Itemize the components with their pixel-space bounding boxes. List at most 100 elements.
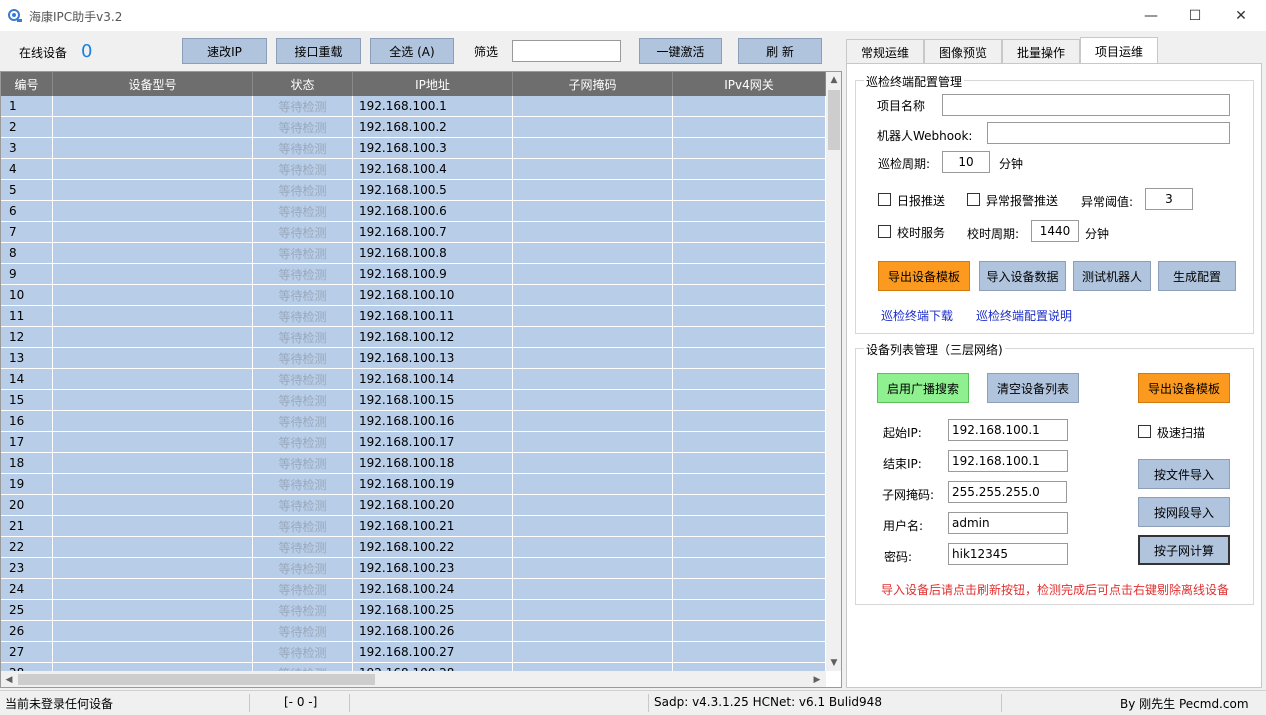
cell-gateway (673, 432, 826, 453)
table-row[interactable]: 6 等待检测 192.168.100.6 (1, 201, 826, 222)
table-row[interactable]: 10 等待检测 192.168.100.10 (1, 285, 826, 306)
table-row[interactable]: 4 等待检测 192.168.100.4 (1, 159, 826, 180)
table-row[interactable]: 18 等待检测 192.168.100.18 (1, 453, 826, 474)
column-header-mask[interactable]: 子网掩码 (513, 72, 673, 96)
device-table[interactable]: 编号 设备型号 状态 IP地址 子网掩码 IPv4网关 1 等待检测 192.168… (0, 71, 842, 688)
table-row[interactable]: 21 等待检测 192.168.100.21 (1, 516, 826, 537)
cell-model (53, 516, 253, 537)
close-button[interactable]: ✕ (1218, 0, 1264, 31)
start-ip-input[interactable]: 192.168.100.1 (948, 419, 1068, 441)
table-row[interactable]: 15 等待检测 192.168.100.15 (1, 390, 826, 411)
daily-push-checkbox[interactable] (878, 193, 891, 206)
table-row[interactable]: 5 等待检测 192.168.100.5 (1, 180, 826, 201)
scroll-left-icon[interactable]: ◀ (1, 671, 17, 687)
column-header-ip[interactable]: IP地址 (353, 72, 513, 96)
time-service-checkbox[interactable] (878, 225, 891, 238)
tab-image-preview[interactable]: 图像预览 (924, 39, 1003, 65)
clear-device-list-button[interactable]: 清空设备列表 (987, 373, 1079, 403)
cell-ip: 192.168.100.27 (353, 642, 513, 663)
table-row[interactable]: 9 等待检测 192.168.100.9 (1, 264, 826, 285)
cell-state: 等待检测 (253, 348, 353, 369)
refresh-button[interactable]: 刷 新 (738, 38, 822, 64)
generate-config-button[interactable]: 生成配置 (1158, 261, 1236, 291)
speed-change-ip-button[interactable]: 速改IP (182, 38, 267, 64)
cell-mask (513, 537, 673, 558)
cell-ip: 192.168.100.4 (353, 159, 513, 180)
calc-by-subnet-button[interactable]: 按子网计算 (1138, 535, 1230, 565)
column-header-model[interactable]: 设备型号 (53, 72, 253, 96)
tab-project-ops[interactable]: 项目运维 (1080, 37, 1159, 65)
table-row[interactable]: 14 等待检测 192.168.100.14 (1, 369, 826, 390)
column-header-state[interactable]: 状态 (253, 72, 353, 96)
table-row[interactable]: 7 等待检测 192.168.100.7 (1, 222, 826, 243)
table-row[interactable]: 25 等待检测 192.168.100.25 (1, 600, 826, 621)
cell-index: 20 (1, 495, 53, 516)
project-name-input[interactable] (942, 94, 1230, 116)
table-row[interactable]: 3 等待检测 192.168.100.3 (1, 138, 826, 159)
cell-gateway (673, 537, 826, 558)
cell-ip: 192.168.100.12 (353, 327, 513, 348)
horizontal-scrollbar[interactable]: ◀ ▶ (1, 671, 826, 687)
cell-state: 等待检测 (253, 117, 353, 138)
cycle-input[interactable]: 10 (942, 151, 990, 173)
table-row[interactable]: 22 等待检测 192.168.100.22 (1, 537, 826, 558)
import-by-file-button[interactable]: 按文件导入 (1138, 459, 1230, 489)
table-row[interactable]: 11 等待检测 192.168.100.11 (1, 306, 826, 327)
cell-index: 27 (1, 642, 53, 663)
table-row[interactable]: 13 等待检测 192.168.100.13 (1, 348, 826, 369)
column-header-index[interactable]: 编号 (1, 72, 53, 96)
table-row[interactable]: 23 等待检测 192.168.100.23 (1, 558, 826, 579)
vertical-scrollbar[interactable]: ▲ ▼ (826, 72, 841, 671)
cell-mask (513, 558, 673, 579)
one-click-activate-button[interactable]: 一键激活 (639, 38, 722, 64)
username-input[interactable]: admin (948, 512, 1068, 534)
test-robot-button[interactable]: 测试机器人 (1073, 261, 1151, 291)
column-header-gateway[interactable]: IPv4网关 (673, 72, 826, 96)
export-device-template-button[interactable]: 导出设备模板 (878, 261, 970, 291)
export-template-button[interactable]: 导出设备模板 (1138, 373, 1230, 403)
threshold-input[interactable]: 3 (1145, 188, 1193, 210)
reload-interface-button[interactable]: 接口重载 (276, 38, 361, 64)
minimize-button[interactable]: — (1128, 0, 1174, 31)
table-row[interactable]: 20 等待检测 192.168.100.20 (1, 495, 826, 516)
subnet-mask-input[interactable]: 255.255.255.0 (948, 481, 1067, 503)
table-row[interactable]: 1 等待检测 192.168.100.1 (1, 96, 826, 117)
tab-batch-ops[interactable]: 批量操作 (1002, 39, 1081, 65)
select-all-button[interactable]: 全选 (A) (370, 38, 454, 64)
cell-gateway (673, 474, 826, 495)
table-row[interactable]: 17 等待检测 192.168.100.17 (1, 432, 826, 453)
table-row[interactable]: 2 等待检测 192.168.100.2 (1, 117, 826, 138)
table-row[interactable]: 26 等待检测 192.168.100.26 (1, 621, 826, 642)
patrol-config-group: 巡检终端配置管理 项目名称 机器人Webhook: 巡检周期: 10 分钟 日报… (855, 73, 1254, 334)
vertical-scroll-thumb[interactable] (828, 90, 840, 150)
cell-gateway (673, 369, 826, 390)
import-device-data-button[interactable]: 导入设备数据 (979, 261, 1066, 291)
scroll-down-icon[interactable]: ▼ (826, 655, 841, 671)
scroll-right-icon[interactable]: ▶ (809, 671, 825, 687)
cell-mask (513, 621, 673, 642)
cell-state: 等待检测 (253, 537, 353, 558)
broadcast-search-button[interactable]: 启用广播搜索 (877, 373, 969, 403)
table-row[interactable]: 28 等待检测192.168.100.28 (1, 663, 826, 671)
time-cycle-input[interactable]: 1440 (1031, 220, 1079, 242)
maximize-button[interactable]: ☐ (1172, 0, 1218, 31)
table-row[interactable]: 16 等待检测 192.168.100.16 (1, 411, 826, 432)
table-row[interactable]: 27 等待检测 192.168.100.27 (1, 642, 826, 663)
filter-input[interactable] (512, 40, 621, 62)
password-input[interactable]: hik12345 (948, 543, 1068, 565)
cell-index: 4 (1, 159, 53, 180)
webhook-input[interactable] (987, 122, 1230, 144)
table-row[interactable]: 8 等待检测 192.168.100.8 (1, 243, 826, 264)
table-row[interactable]: 24 等待检测 192.168.100.24 (1, 579, 826, 600)
fast-scan-checkbox[interactable] (1138, 425, 1151, 438)
table-row[interactable]: 19 等待检测 192.168.100.19 (1, 474, 826, 495)
patrol-manual-link[interactable]: 巡检终端配置说明 (976, 307, 1072, 324)
end-ip-input[interactable]: 192.168.100.1 (948, 450, 1068, 472)
alarm-push-checkbox[interactable] (967, 193, 980, 206)
tab-routine-ops[interactable]: 常规运维 (846, 39, 925, 65)
table-row[interactable]: 12 等待检测 192.168.100.12 (1, 327, 826, 348)
import-by-segment-button[interactable]: 按网段导入 (1138, 497, 1230, 527)
patrol-download-link[interactable]: 巡检终端下载 (881, 307, 953, 324)
horizontal-scroll-thumb[interactable] (18, 674, 375, 685)
scroll-up-icon[interactable]: ▲ (826, 72, 841, 88)
